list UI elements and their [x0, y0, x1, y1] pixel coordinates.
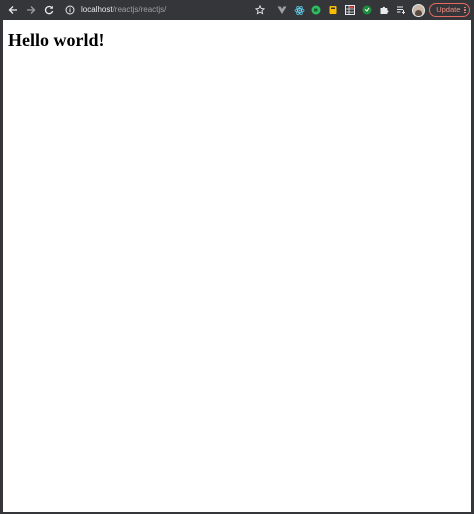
- avatar[interactable]: [412, 3, 426, 17]
- page-heading: Hello world!: [8, 30, 105, 50]
- forward-button[interactable]: [23, 2, 39, 18]
- color-picker-button[interactable]: [325, 2, 341, 18]
- update-label: Update: [436, 5, 461, 14]
- evernote-button[interactable]: [308, 2, 324, 18]
- bookmark-button[interactable]: [252, 2, 268, 18]
- url-host: localhost: [81, 5, 113, 14]
- reload-icon: [44, 5, 54, 15]
- kebab-menu-icon: [464, 6, 466, 14]
- update-button[interactable]: Update: [429, 3, 470, 17]
- reading-list-button[interactable]: [393, 2, 409, 18]
- green-ext-icon: [362, 5, 372, 15]
- url-text: localhost/reactjs/reactjs/: [81, 2, 166, 18]
- browser-toolbar: localhost/reactjs/reactjs/ Update: [0, 0, 474, 20]
- vue-devtools-icon: [277, 6, 287, 14]
- arrow-right-icon: [27, 6, 36, 14]
- page-viewport: Hello world!: [3, 20, 471, 512]
- star-icon: [255, 5, 266, 15]
- vue-devtools-button[interactable]: [274, 2, 290, 18]
- url-path: /reactjs/reactjs/: [112, 5, 167, 14]
- browser-window: localhost/reactjs/reactjs/ Update Hello …: [0, 0, 474, 514]
- grid-icon: [345, 5, 356, 15]
- reload-button[interactable]: [41, 2, 57, 18]
- address-bar[interactable]: localhost/reactjs/reactjs/: [65, 2, 251, 18]
- grid-button[interactable]: [342, 2, 358, 18]
- extension-bar: Update: [251, 2, 470, 18]
- reading-list-icon: [397, 6, 406, 14]
- green-ext-button[interactable]: [359, 2, 375, 18]
- evernote-icon: [311, 5, 321, 15]
- react-devtools-icon: [294, 5, 305, 15]
- color-picker-icon: [329, 6, 337, 14]
- react-devtools-button[interactable]: [291, 2, 307, 18]
- extensions-button[interactable]: [376, 2, 392, 18]
- arrow-left-icon: [8, 6, 17, 14]
- back-button[interactable]: [5, 2, 21, 18]
- puzzle-icon: [380, 6, 389, 14]
- info-icon[interactable]: [65, 4, 77, 16]
